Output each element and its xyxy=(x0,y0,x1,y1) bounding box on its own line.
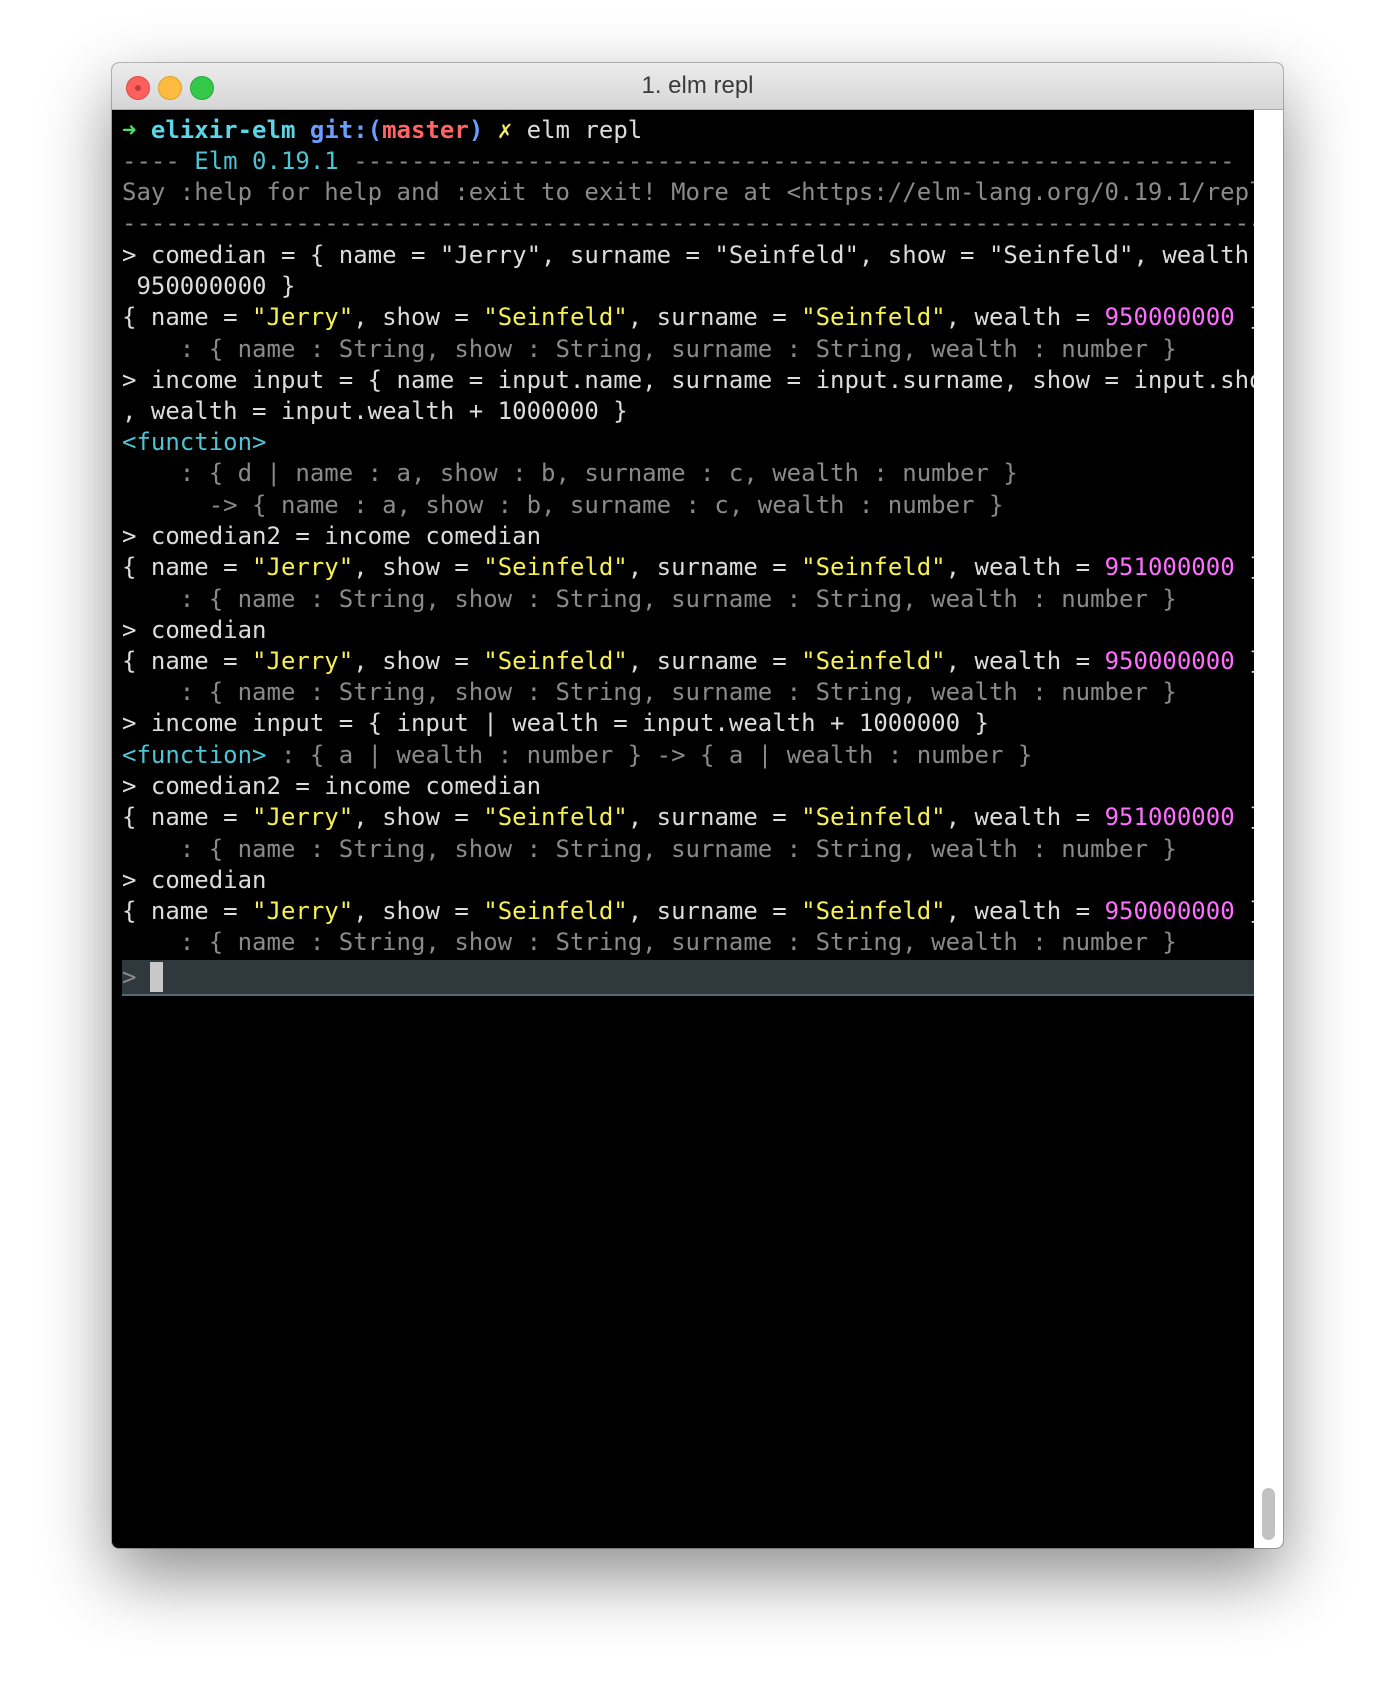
repl-type-annotation: : { name : String, show : String, surnam… xyxy=(122,835,1177,863)
string-value: "Jerry" xyxy=(252,647,354,675)
prompt-arrow-icon: ➜ xyxy=(122,116,137,144)
repl-output-record: { name = "Jerry", show = "Seinfeld", sur… xyxy=(122,644,1264,678)
record-field: , show = xyxy=(353,803,484,831)
prompt-branch: master xyxy=(382,116,469,144)
number-value: 950000000 xyxy=(1104,303,1235,331)
string-value: "Seinfeld" xyxy=(801,303,946,331)
string-value: "Seinfeld" xyxy=(483,803,628,831)
repl-type-annotation: : { name : String, show : String, surnam… xyxy=(122,335,1177,363)
input-prompt: > xyxy=(122,963,137,991)
terminal-output[interactable]: ➜ elixir-elm git:(master) ✗ elm repl ---… xyxy=(112,110,1278,1548)
record-field: , show = xyxy=(353,897,484,925)
repl-type-annotation: : { name : String, show : String, surnam… xyxy=(122,585,1177,613)
string-value: "Seinfeld" xyxy=(801,897,946,925)
record-field: , surname = xyxy=(627,897,802,925)
banner-help-line: Say :help for help and :exit to exit! Mo… xyxy=(122,178,1278,206)
record-field: , wealth = xyxy=(945,553,1105,581)
number-value: 951000000 xyxy=(1104,803,1235,831)
terminal-window: 1. elm repl ➜ elixir-elm git:(master) ✗ … xyxy=(112,63,1283,1548)
record-field: , show = xyxy=(353,647,484,675)
record-open: { name = xyxy=(122,803,253,831)
record-field: , surname = xyxy=(627,647,802,675)
repl-type-annotation: : { name : String, show : String, surnam… xyxy=(122,678,1177,706)
string-value: "Seinfeld" xyxy=(801,803,946,831)
repl-input-line: > income input = { input | wealth = inpu… xyxy=(122,709,989,737)
text-cursor xyxy=(150,962,163,992)
repl-input-line: > comedian2 = income comedian xyxy=(122,772,542,800)
title-bar: 1. elm repl xyxy=(112,63,1283,110)
repl-output-record: { name = "Jerry", show = "Seinfeld", sur… xyxy=(122,894,1264,928)
prompt-git-prefix: git:( xyxy=(309,116,383,144)
record-field: , show = xyxy=(353,303,484,331)
function-value: <function> xyxy=(122,741,267,769)
repl-output-record: { name = "Jerry", show = "Seinfeld", sur… xyxy=(122,550,1264,584)
repl-output-function: <function> xyxy=(122,428,267,456)
string-value: "Seinfeld" xyxy=(801,647,946,675)
repl-type-annotation: : { a | wealth : number } -> { a | wealt… xyxy=(266,741,1033,769)
string-value: "Seinfeld" xyxy=(483,303,628,331)
string-value: "Jerry" xyxy=(252,897,354,925)
string-value: "Jerry" xyxy=(252,553,354,581)
record-field: , wealth = xyxy=(945,647,1105,675)
repl-input-line: > comedian = { name = "Jerry", surname =… xyxy=(122,241,1278,269)
repl-input-line: > comedian xyxy=(122,866,267,894)
record-open: { name = xyxy=(122,553,253,581)
string-value: "Jerry" xyxy=(252,803,354,831)
window-title: 1. elm repl xyxy=(641,72,754,99)
string-value: "Seinfeld" xyxy=(483,647,628,675)
record-field: , surname = xyxy=(627,303,802,331)
prompt-directory: elixir-elm xyxy=(150,116,296,144)
string-value: "Jerry" xyxy=(252,303,354,331)
repl-type-annotation: : { name : String, show : String, surnam… xyxy=(122,928,1177,956)
repl-type-annotation: -> { name : a, show : b, surname : c, we… xyxy=(122,491,1004,519)
prompt-git-suffix: ) xyxy=(468,116,484,144)
repl-output-function: <function> : { a | wealth : number } -> … xyxy=(122,738,1032,772)
banner-prefix: ---- xyxy=(122,147,195,175)
banner-header-line: ---- Elm 0.19.1 ------------------------… xyxy=(122,144,1235,178)
banner-version: Elm 0.19.1 xyxy=(194,147,339,175)
record-field: , surname = xyxy=(627,553,802,581)
number-value: 951000000 xyxy=(1104,553,1235,581)
scrollbar[interactable] xyxy=(1254,110,1283,1548)
banner-suffix: ----------------------------------------… xyxy=(338,147,1235,175)
string-value: "Seinfeld" xyxy=(483,553,628,581)
record-open: { name = xyxy=(122,303,253,331)
shell-prompt-line: ➜ elixir-elm git:(master) ✗ elm repl xyxy=(122,113,642,147)
record-open: { name = xyxy=(122,897,253,925)
string-value: "Seinfeld" xyxy=(801,553,946,581)
number-value: 950000000 xyxy=(1104,647,1235,675)
banner-rule-line: ----------------------------------------… xyxy=(122,209,1278,237)
repl-input-line: , wealth = input.wealth + 1000000 } xyxy=(122,397,628,425)
number-value: 950000000 xyxy=(1104,897,1235,925)
prompt-dirty-icon: ✗ xyxy=(497,116,513,144)
repl-type-annotation: : { d | name : a, show : b, surname : c,… xyxy=(122,459,1018,487)
repl-input-line: 950000000 } xyxy=(122,272,296,300)
record-open: { name = xyxy=(122,647,253,675)
string-value: "Seinfeld" xyxy=(483,897,628,925)
repl-input-field[interactable]: > xyxy=(122,960,1254,996)
record-field: , wealth = xyxy=(945,897,1105,925)
record-field: , wealth = xyxy=(945,303,1105,331)
prompt-command: elm repl xyxy=(526,116,643,144)
repl-input-line: > income input = { name = input.name, su… xyxy=(122,366,1278,394)
repl-output-record: { name = "Jerry", show = "Seinfeld", sur… xyxy=(122,800,1264,834)
record-field: , show = xyxy=(353,553,484,581)
repl-input-line: > comedian xyxy=(122,616,267,644)
scrollbar-thumb[interactable] xyxy=(1262,1488,1275,1540)
record-field: , surname = xyxy=(627,803,802,831)
repl-input-line: > comedian2 = income comedian xyxy=(122,522,542,550)
record-field: , wealth = xyxy=(945,803,1105,831)
repl-output-record: { name = "Jerry", show = "Seinfeld", sur… xyxy=(122,300,1264,334)
